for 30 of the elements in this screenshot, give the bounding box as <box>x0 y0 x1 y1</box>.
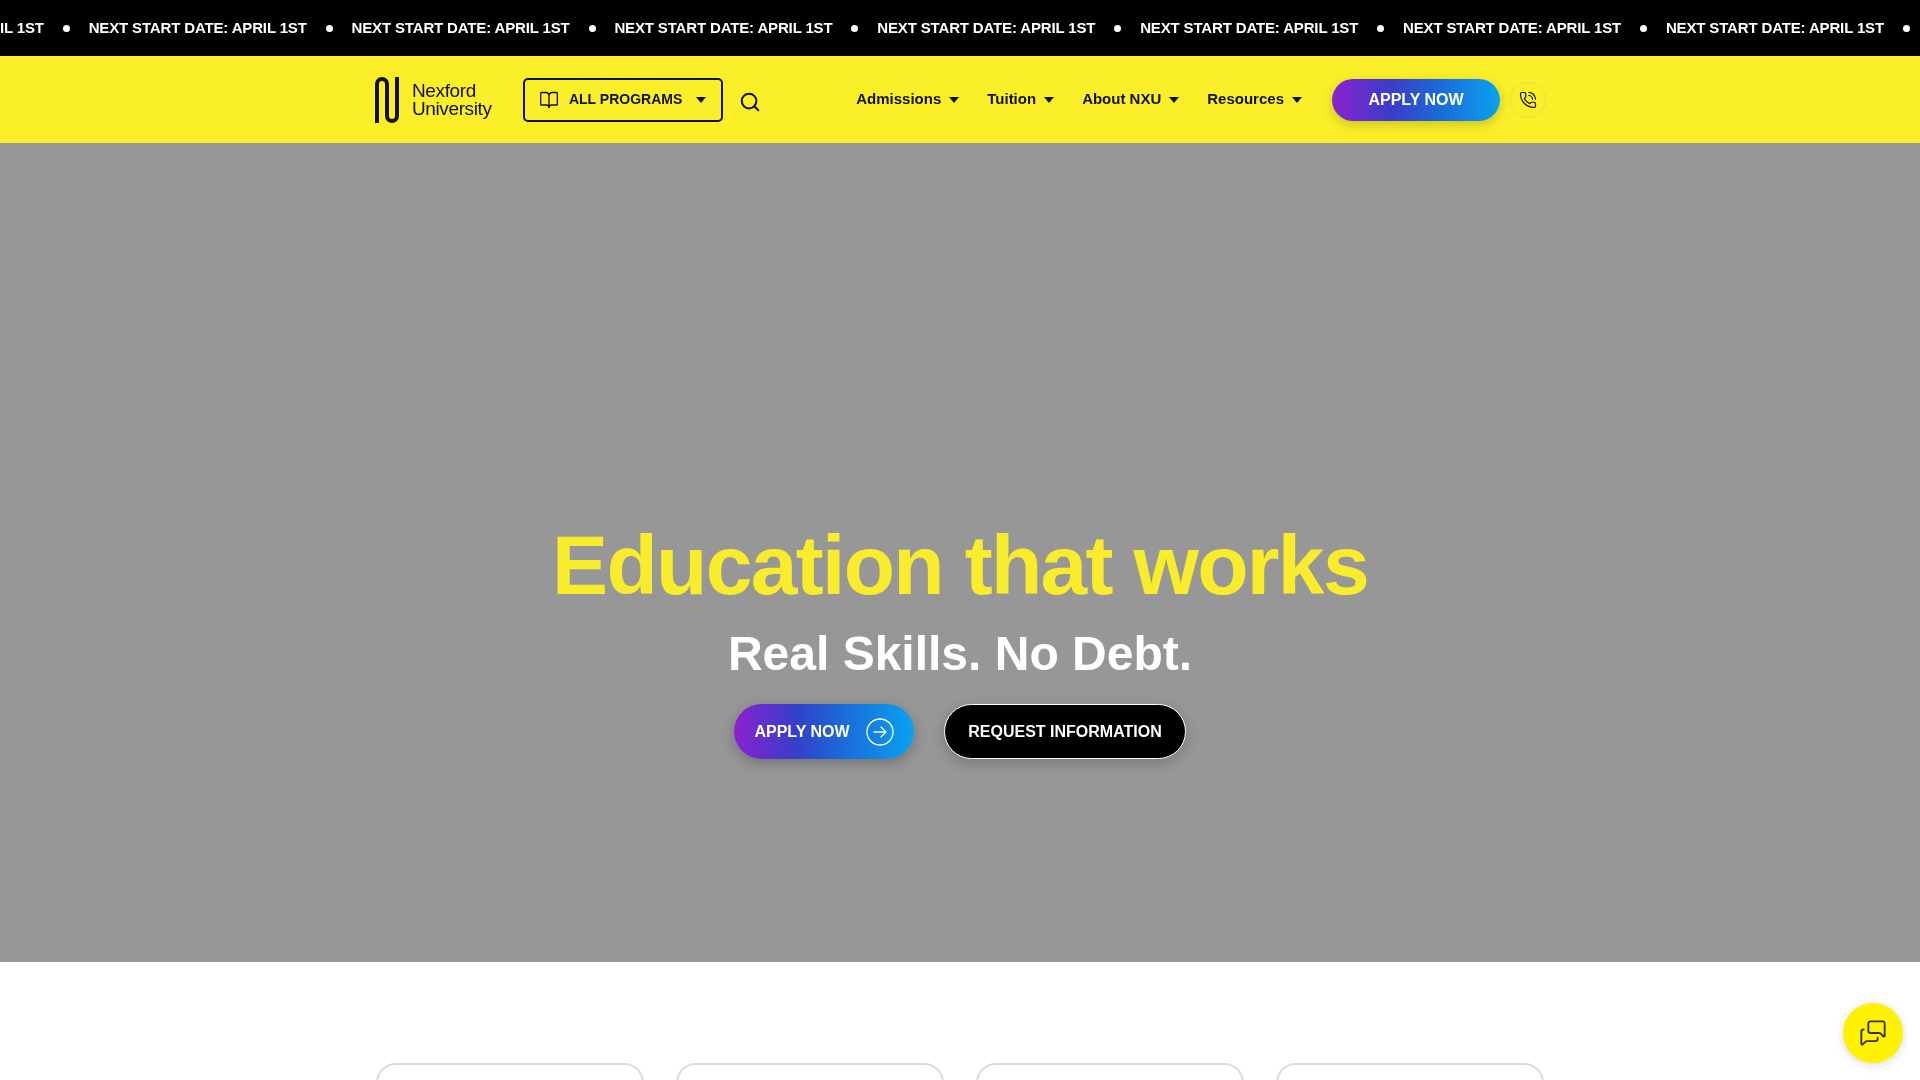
announcement-text: NEXT START DATE: APRIL 1ST <box>1140 17 1359 38</box>
all-programs-button[interactable]: ALL PROGRAMS <box>522 77 723 122</box>
apply-now-button[interactable]: APPLY NOW <box>1332 78 1500 121</box>
announcement-text: NEXT START DATE: APRIL 1ST <box>351 17 570 38</box>
caret-icon <box>949 96 960 103</box>
book-icon <box>538 89 559 110</box>
announcement-text: NEXT START DATE: APRIL 1ST <box>1665 17 1884 38</box>
search-icon[interactable] <box>738 90 761 113</box>
hero-subtitle: Real Skills. No Debt. <box>727 626 1193 682</box>
chat-icon <box>1859 1019 1887 1047</box>
announcement-text: NEXT START DATE: APRIL 1ST <box>88 17 307 38</box>
nav-link[interactable]: Resources <box>1207 88 1302 111</box>
caret-icon <box>696 96 707 103</box>
announcement-text: NEXT START DATE: APRIL 1ST <box>1403 17 1622 38</box>
phone-icon <box>1519 90 1537 109</box>
caret-icon <box>1169 96 1180 103</box>
hero-title: Education that works <box>552 517 1368 613</box>
nav-link[interactable]: Tuition <box>987 88 1055 111</box>
caret-icon <box>1292 96 1302 103</box>
brand-name[interactable]: Nexford University <box>412 81 492 118</box>
announcement-text: IL 1ST <box>0 17 44 38</box>
logo-icon <box>374 74 400 125</box>
request-information-button[interactable]: REQUEST INFORMATION <box>944 704 1186 759</box>
arrow-circle-icon <box>865 717 894 746</box>
announcement-text: NEXT START DATE: APRIL 1ST <box>614 17 833 38</box>
nav-link[interactable]: Admissions <box>856 88 960 111</box>
apply-now-button[interactable]: APPLY NOW <box>734 704 914 759</box>
nav-link[interactable]: About NXU <box>1082 88 1180 111</box>
caret-icon <box>1044 96 1055 103</box>
announcement-text: NEXT START DATE: APRIL 1ST <box>877 17 1096 38</box>
